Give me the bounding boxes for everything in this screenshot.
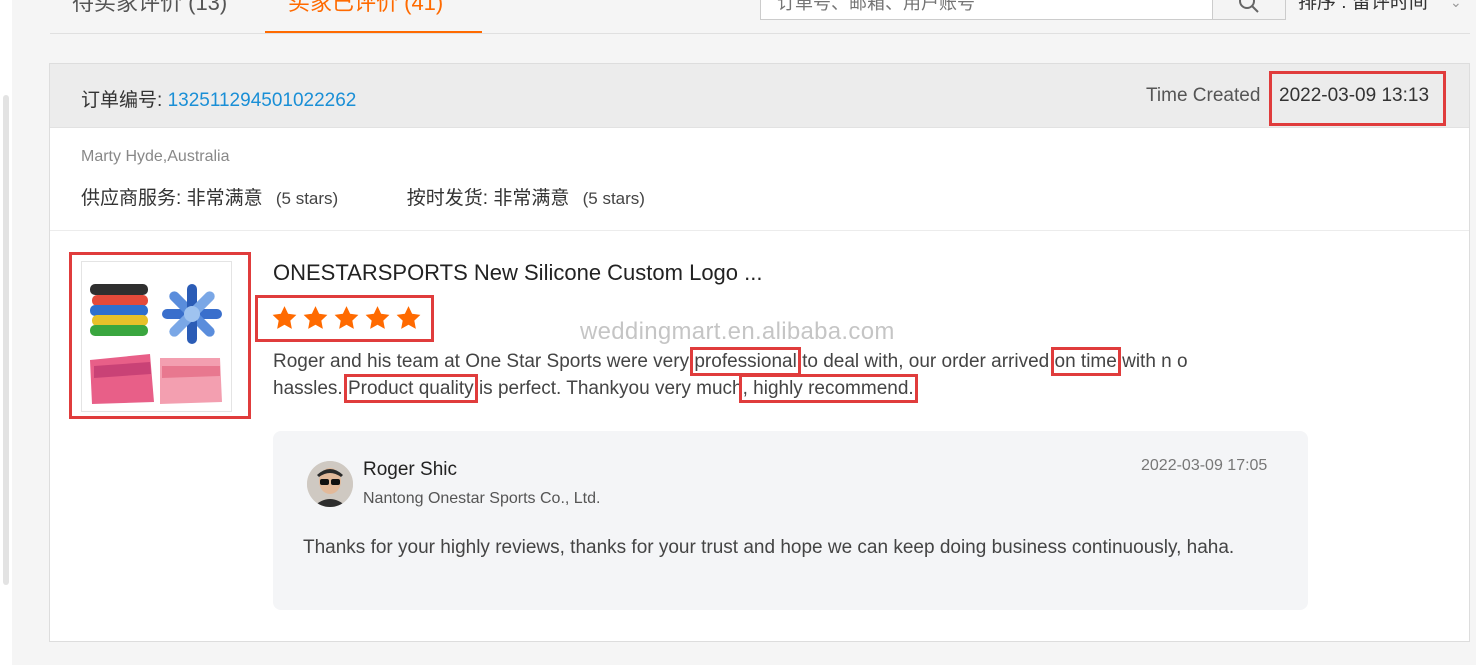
- star-icon: [396, 306, 421, 329]
- scrollbar[interactable]: [3, 95, 9, 585]
- review-segment: is perfect. Thankyou very much: [473, 378, 743, 399]
- watermark: weddingmart.en.alibaba.com: [580, 318, 895, 345]
- rating-label: 供应商服务:: [81, 188, 182, 209]
- search-box: [760, 0, 1213, 20]
- order-number-label: 订单编号:: [81, 90, 163, 111]
- divider: [50, 230, 1469, 231]
- supplier-reply: Roger Shic Nantong Onestar Sports Co., L…: [273, 431, 1308, 610]
- order-number-row: 订单编号: 132511294501022262: [81, 85, 356, 112]
- user-photo-icon: [307, 461, 353, 507]
- chevron-down-icon[interactable]: ⌄: [1450, 0, 1462, 11]
- time-created-value: 2022-03-09 13:13: [1279, 85, 1430, 106]
- order-header: 订单编号: 132511294501022262 Time Created 20…: [50, 64, 1469, 128]
- left-panel-edge: [0, 0, 12, 665]
- star-icon: [365, 306, 390, 329]
- time-created-label: Time Created: [1146, 85, 1261, 106]
- review-highlight: , highly recommend.: [738, 374, 918, 403]
- rating-value: 非常满意: [493, 188, 570, 209]
- active-tab-indicator: [265, 31, 482, 33]
- star-icon: [334, 306, 359, 329]
- rating-stars-text: (5 stars): [582, 189, 645, 208]
- star-icon: [303, 306, 328, 329]
- reply-company-name: Nantong Onestar Sports Co., Ltd.: [363, 490, 601, 507]
- avatar: [307, 461, 353, 507]
- review-segment: Roger and his team at One Star Sports we…: [273, 351, 695, 372]
- reply-date: 2022-03-09 17:05: [1141, 457, 1268, 474]
- tab-reviewed[interactable]: 买家已评价 (41): [288, 0, 443, 20]
- buyer-review-text: Roger and his team at One Star Sports we…: [273, 347, 1248, 403]
- review-highlight: professional: [690, 347, 801, 376]
- search-icon: [1239, 0, 1259, 13]
- review-highlight: Product quality: [343, 374, 478, 403]
- supplier-ratings: 供应商服务: 非常满意 (5 stars) 按时发货: 非常满意 (5 star…: [81, 183, 645, 210]
- search-button[interactable]: [1212, 0, 1286, 20]
- reply-author-name: Roger Shic: [363, 459, 457, 480]
- product-star-rating: [270, 304, 423, 332]
- review-highlight: on time: [1050, 347, 1121, 376]
- rating-stars-text: (5 stars): [275, 189, 339, 208]
- resistance-bands-image: [90, 284, 222, 404]
- review-segment: to deal with, our order arrived: [796, 351, 1055, 372]
- buyer-name: Marty Hyde,Australia: [81, 148, 230, 165]
- rating-value: 非常满意: [186, 188, 263, 209]
- order-number-link[interactable]: 132511294501022262: [168, 90, 357, 111]
- search-input[interactable]: [761, 0, 1212, 19]
- sort-select[interactable]: 排序 : 留评时间: [1298, 0, 1428, 20]
- product-title[interactable]: ONESTARSPORTS New Silicone Custom Logo .…: [273, 260, 762, 286]
- review-card: 订单编号: 132511294501022262 Time Created 20…: [49, 63, 1470, 642]
- tab-pending-reviews[interactable]: 待买家评价 (13): [72, 0, 227, 20]
- rating-label: 按时发货:: [406, 188, 489, 209]
- product-thumbnail[interactable]: [81, 261, 232, 412]
- reply-text: Thanks for your highly reviews, thanks f…: [303, 537, 1235, 558]
- star-icon: [272, 306, 297, 329]
